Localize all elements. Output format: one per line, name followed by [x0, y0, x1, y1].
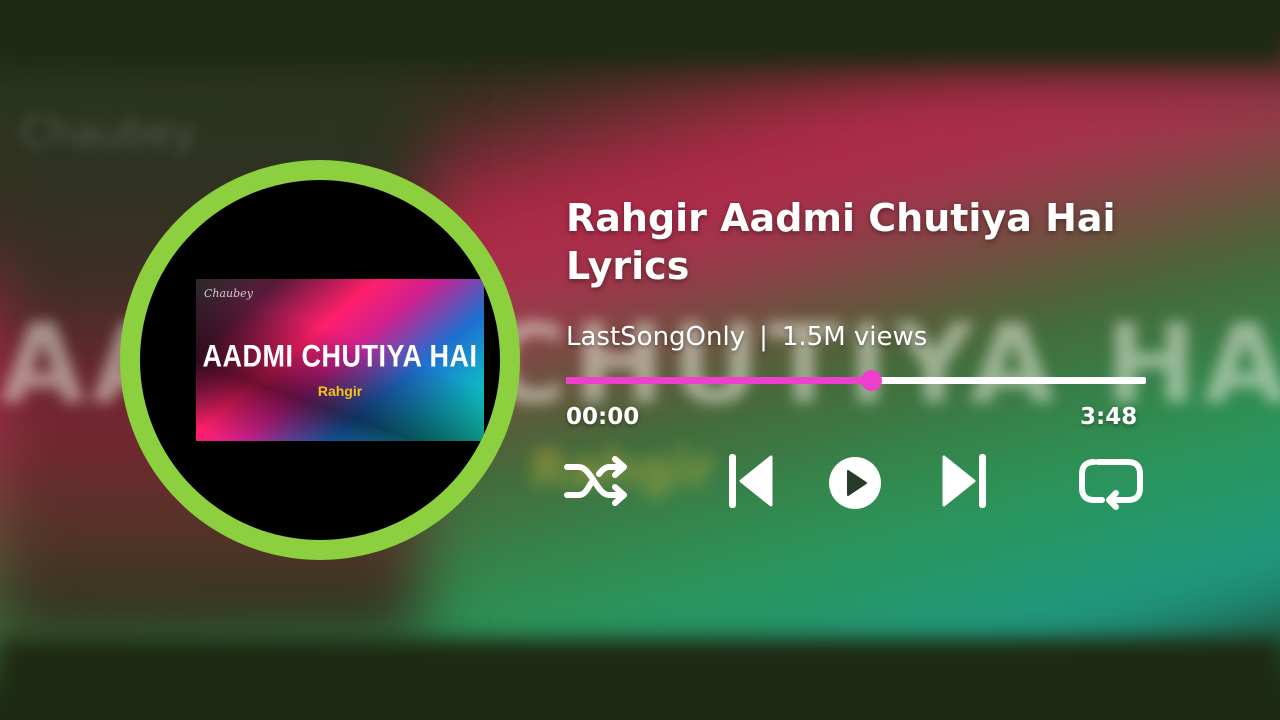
album-art-disc: Chaubey AADMI CHUTIYA HAI Rahgir: [120, 160, 520, 560]
previous-icon: [729, 454, 773, 508]
channel-name[interactable]: LastSongOnly: [566, 322, 745, 352]
repeat-icon: [1079, 459, 1143, 510]
background-logo-text: Chaubey: [20, 110, 197, 156]
view-count: 1.5M views: [781, 322, 928, 352]
background-top-strip: [0, 0, 1280, 60]
progress-bar[interactable]: [566, 370, 1146, 391]
current-time: 00:00: [566, 404, 640, 430]
progress-fill: [566, 377, 872, 384]
shuffle-button[interactable]: [563, 450, 631, 512]
shuffle-icon: [564, 456, 627, 506]
track-title: Rahgir Aadmi Chutiya Hai Lyrics: [566, 196, 1116, 288]
next-button[interactable]: [938, 450, 988, 512]
thumbnail-logo: Chaubey: [204, 287, 253, 300]
meta-separator: |: [759, 322, 768, 352]
background-bottom-strip: [0, 640, 1280, 720]
thumbnail-subtitle: Rahgir: [317, 383, 363, 399]
next-icon: [942, 454, 986, 508]
track-meta: LastSongOnly | 1.5M views: [566, 322, 927, 352]
play-button[interactable]: [826, 450, 884, 512]
previous-button[interactable]: [727, 450, 775, 512]
total-time: 3:48: [1080, 404, 1138, 430]
thumbnail-title: AADMI CHUTIYA HAI: [202, 338, 478, 374]
repeat-button[interactable]: [1076, 450, 1146, 512]
album-thumbnail: Chaubey AADMI CHUTIYA HAI Rahgir: [196, 279, 484, 441]
play-icon: [829, 457, 881, 509]
progress-handle[interactable]: [861, 370, 883, 391]
album-art-inner: Chaubey AADMI CHUTIYA HAI Rahgir: [140, 180, 500, 540]
